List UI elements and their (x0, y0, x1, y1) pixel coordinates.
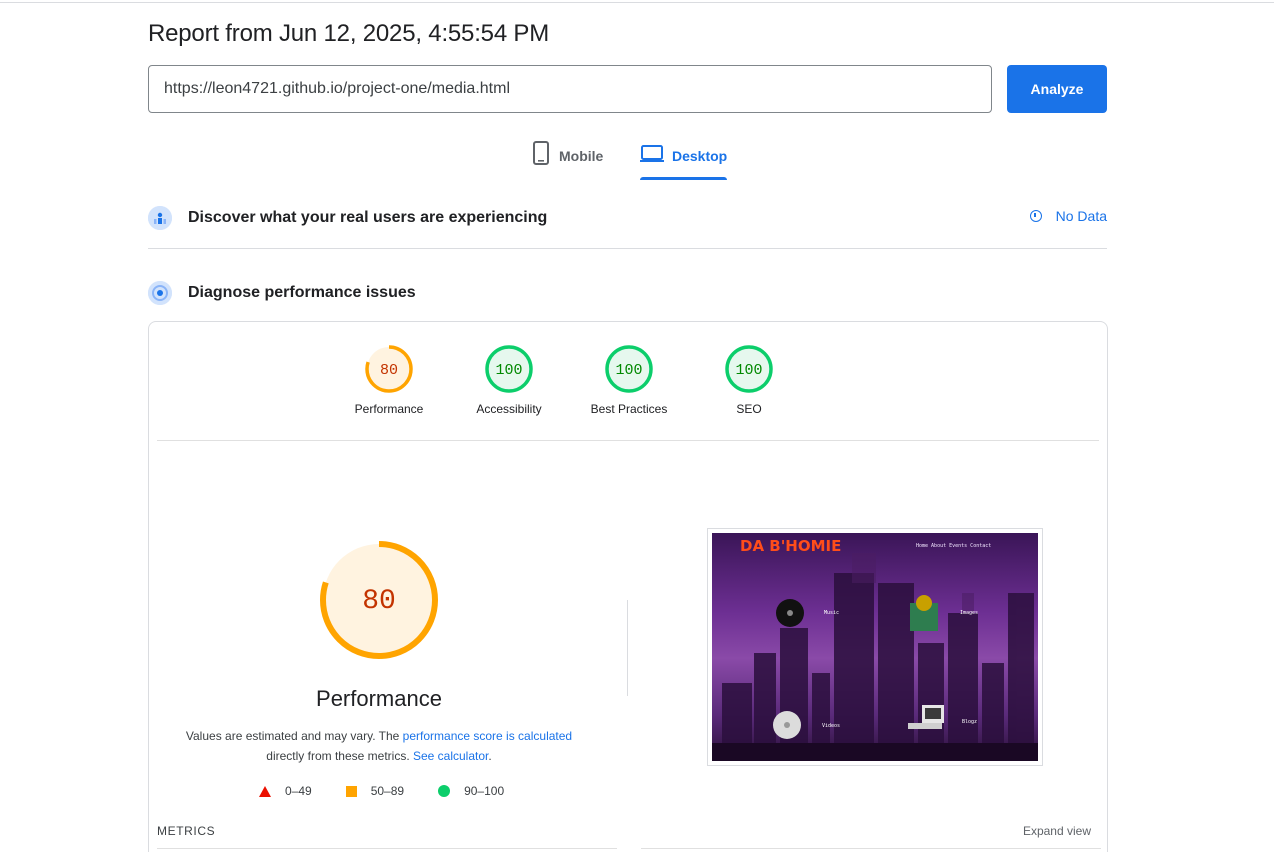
legend-average: 50–89 (345, 784, 405, 798)
blogz-label: Blogz (962, 719, 977, 725)
score-legend: 0–49 50–89 90–100 (259, 784, 538, 798)
tab-mobile-label: Mobile (559, 148, 604, 164)
site-nav: Home About Events Contact (916, 543, 991, 549)
diagnose-title: Diagnose performance issues (188, 284, 416, 301)
square-icon (345, 785, 357, 797)
score-gauge-performance[interactable]: 80 Performance (334, 344, 444, 416)
city-skyline: DA B'HOMIE Home About Events Contact Mus… (712, 537, 1038, 761)
gauge-label: Best Practices (590, 402, 668, 416)
desc-suffix: . (488, 749, 492, 763)
metrics-divider-left (157, 848, 617, 849)
no-data-label: No Data (1055, 208, 1107, 224)
videos-label: Videos (822, 723, 840, 729)
score-gauge-best-practices[interactable]: 100 Best Practices (574, 344, 684, 416)
page-title: Report from Jun 12, 2025, 4:55:54 PM (148, 20, 550, 47)
gauge-ring: 100 (605, 345, 653, 393)
music-label: Music (824, 610, 839, 616)
report-panel: 80 Performance 100 Accessibility 100 Best Pra… (148, 321, 1108, 852)
expand-view-button[interactable]: Expand view (1023, 824, 1091, 838)
tab-mobile[interactable]: Mobile (531, 140, 603, 180)
score-gauge-seo[interactable]: 100 SEO (694, 344, 804, 416)
score-gauge-accessibility[interactable]: 100 Accessibility (454, 344, 564, 416)
gauge-score: 100 (735, 362, 762, 379)
gauge-label: Accessibility (476, 402, 542, 416)
metrics-heading: METRICS (157, 824, 216, 838)
see-calculator-link[interactable]: See calculator (413, 749, 488, 763)
site-title: DA B'HOMIE (740, 537, 841, 555)
legend-pass: 90–100 (438, 784, 504, 798)
vertical-divider (627, 600, 628, 696)
gauge-score: 100 (615, 362, 642, 379)
discover-section: Discover what your real users are experi… (148, 198, 1107, 238)
panel-divider (157, 440, 1099, 441)
gauge-ring: 100 (485, 345, 533, 393)
laptop-icon (640, 140, 664, 169)
gauge-ring: 100 (725, 345, 773, 393)
no-data-link[interactable]: No Data (1029, 208, 1107, 224)
users-icon (148, 206, 172, 230)
circle-icon (438, 785, 451, 797)
legend-pass-label: 90–100 (464, 784, 505, 798)
score-calculated-link[interactable]: performance score is calculated (403, 729, 572, 743)
performance-description: Values are estimated and may vary. The p… (169, 726, 589, 766)
performance-big-gauge: 80 (319, 540, 439, 665)
gauge-label: Performance (354, 402, 424, 416)
images-label: Images (960, 610, 978, 616)
legend-average-label: 50–89 (370, 784, 405, 798)
gauge-score: 80 (380, 362, 398, 379)
gauge-score: 100 (495, 362, 522, 379)
url-input[interactable] (148, 65, 992, 113)
triangle-icon (259, 785, 271, 797)
tab-desktop-label: Desktop (672, 148, 728, 164)
metrics-divider-right (641, 848, 1101, 849)
big-gauge-score: 80 (362, 586, 396, 617)
diagnose-section: Diagnose performance issues (148, 273, 1107, 313)
speed-icon (148, 281, 172, 305)
desc-middle: directly from these metrics. (266, 749, 413, 763)
tab-desktop[interactable]: Desktop (640, 140, 728, 180)
divider (148, 248, 1107, 249)
gauge-label: SEO (736, 402, 762, 416)
legend-fail: 0–49 (259, 784, 312, 798)
desc-prefix: Values are estimated and may vary. The (185, 729, 403, 743)
legend-fail-label: 0–49 (285, 784, 312, 798)
discover-title: Discover what your real users are experi… (188, 209, 548, 226)
screenshot-image: DA B'HOMIE Home About Events Contact Mus… (712, 533, 1038, 761)
page-screenshot[interactable]: DA B'HOMIE Home About Events Contact Mus… (707, 528, 1043, 766)
performance-title: Performance (316, 686, 442, 711)
info-icon (1029, 210, 1042, 222)
top-border (0, 0, 1274, 3)
smartphone-icon (531, 140, 551, 169)
gauge-ring: 80 (365, 345, 413, 393)
analyze-button[interactable]: Analyze (1007, 65, 1107, 113)
